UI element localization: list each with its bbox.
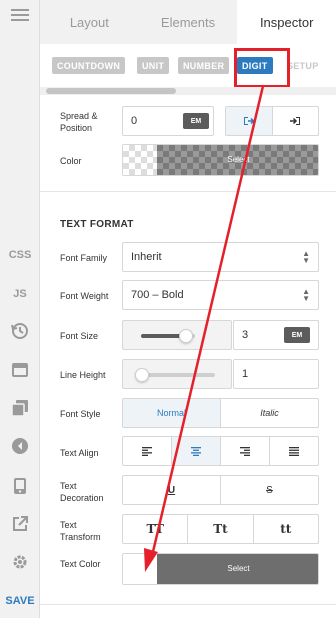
font-style-toggle: Normal Italic <box>122 398 319 428</box>
sub-tabs: COUNTDOWN UNIT NUMBER DIGIT SETUP <box>40 44 336 86</box>
decoration-underline-button[interactable]: U <box>123 476 221 504</box>
tab-inspector[interactable]: Inspector <box>237 0 336 44</box>
color-swatch <box>123 145 157 175</box>
position-outset-button[interactable] <box>273 107 319 135</box>
font-style-label: Font Style <box>60 409 101 419</box>
spread-position-label: Spread & Position <box>60 111 98 133</box>
spread-value: 0 <box>131 115 138 127</box>
text-decoration-toggle: U S <box>122 475 319 505</box>
select-arrows-icon: ▲ ▼ <box>302 249 310 265</box>
text-color-label: Text Color <box>60 559 101 569</box>
transform-lowercase-button[interactable]: tt <box>254 515 318 543</box>
copy-icon[interactable] <box>0 393 40 423</box>
line-height-value: 1 <box>242 368 249 380</box>
position-toggle <box>225 106 319 136</box>
css-button[interactable]: CSS <box>0 240 40 270</box>
position-inset-button[interactable] <box>226 107 273 135</box>
annotation-highlight-box <box>234 48 290 88</box>
font-family-value: Inherit <box>131 251 162 263</box>
transform-capitalize-button[interactable]: Tt <box>188 515 254 543</box>
color-label: Color <box>60 156 82 166</box>
line-height-label: Line Height <box>60 370 106 380</box>
external-link-icon[interactable] <box>0 509 40 539</box>
font-weight-select[interactable]: 700 – Bold ▲ ▼ <box>122 280 319 310</box>
spread-unit-button[interactable]: EM <box>183 113 209 129</box>
sign-out-icon <box>243 117 255 125</box>
align-center-icon[interactable] <box>172 437 221 465</box>
text-align-label: Text Align <box>60 448 99 458</box>
font-size-label: Font Size <box>60 331 99 341</box>
line-height-input[interactable]: 1 <box>233 359 319 389</box>
save-button[interactable]: SAVE <box>0 586 40 616</box>
horizontal-scrollbar[interactable] <box>46 88 176 94</box>
color-select-label: Select <box>227 155 250 164</box>
gear-icon[interactable] <box>0 547 40 577</box>
text-color-picker[interactable]: Select <box>122 553 319 585</box>
font-style-italic[interactable]: Italic <box>221 399 318 427</box>
slider-thumb[interactable] <box>135 368 149 382</box>
text-color-swatch <box>123 554 157 584</box>
text-transform-toggle: TT Tt tt <box>122 514 319 544</box>
back-circle-icon[interactable] <box>0 431 40 461</box>
window-icon[interactable] <box>0 355 40 385</box>
text-align-toggle <box>122 436 319 466</box>
text-decoration-label: Text Decoration <box>60 481 104 503</box>
font-style-normal[interactable]: Normal <box>123 399 221 427</box>
align-left-icon[interactable] <box>123 437 172 465</box>
font-family-select[interactable]: Inherit ▲ ▼ <box>122 242 319 272</box>
text-format-title: TEXT FORMAT <box>60 219 134 230</box>
font-size-value: 3 <box>242 329 249 341</box>
inspector-panel: Spread & Position 0 EM Color Select TEXT… <box>40 96 336 618</box>
hamburger-menu-icon[interactable] <box>0 0 40 30</box>
subtab-number[interactable]: NUMBER <box>178 57 230 74</box>
color-picker[interactable]: Select <box>122 144 319 176</box>
subtab-unit[interactable]: UNIT <box>137 57 170 74</box>
font-family-label: Font Family <box>60 253 108 263</box>
slider-thumb[interactable] <box>179 329 193 343</box>
align-right-icon[interactable] <box>221 437 270 465</box>
tab-elements[interactable]: Elements <box>139 0 238 44</box>
line-height-slider[interactable] <box>122 359 232 389</box>
font-weight-value: 700 – Bold <box>131 289 184 301</box>
slider-rest <box>141 373 215 377</box>
sign-in-icon <box>290 117 301 125</box>
font-weight-label: Font Weight <box>60 291 109 301</box>
device-icon[interactable] <box>0 471 40 501</box>
font-size-unit-button[interactable]: EM <box>284 327 310 343</box>
section-divider <box>40 191 336 192</box>
transform-uppercase-button[interactable]: TT <box>123 515 189 543</box>
section-divider-bottom <box>40 604 336 605</box>
top-tabs: Layout Elements Inspector <box>40 0 336 44</box>
align-justify-icon[interactable] <box>270 437 318 465</box>
decoration-strikethrough-button[interactable]: S <box>221 476 318 504</box>
tab-layout[interactable]: Layout <box>40 0 139 44</box>
text-color-select-label: Select <box>227 564 250 573</box>
left-rail: CSS JS SAVE <box>0 0 40 618</box>
subtab-countdown[interactable]: COUNTDOWN <box>52 57 126 74</box>
spread-input[interactable]: 0 EM <box>122 106 214 136</box>
select-arrows-icon: ▲ ▼ <box>302 287 310 303</box>
text-transform-label: Text Transform <box>60 520 101 542</box>
font-size-slider[interactable] <box>122 320 232 350</box>
font-size-input[interactable]: 3 EM <box>233 320 319 350</box>
js-button[interactable]: JS <box>0 279 40 309</box>
history-icon[interactable] <box>0 316 40 346</box>
